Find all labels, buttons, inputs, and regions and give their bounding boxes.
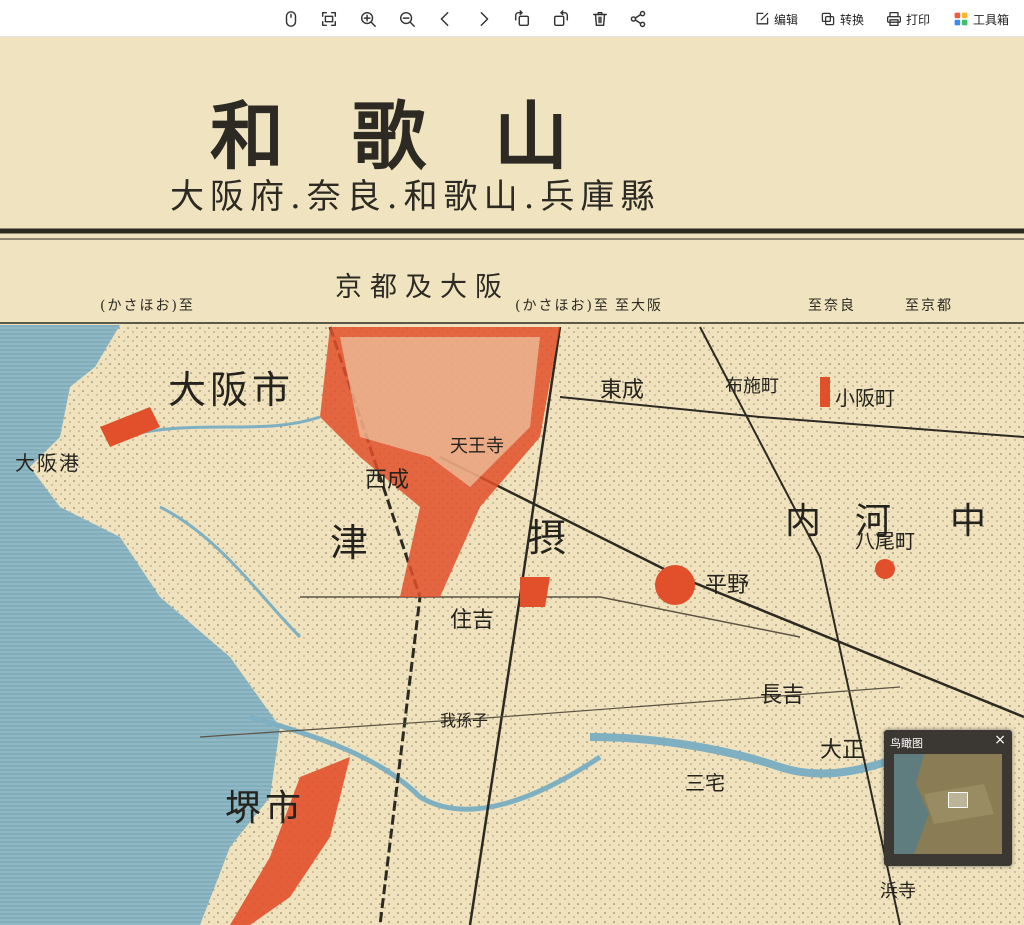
- place-taisho: 大正: [820, 738, 865, 763]
- place-sakai-city: 堺市: [225, 788, 306, 829]
- place-nishinari: 西成: [365, 468, 410, 493]
- place-osaka-port: 大阪港: [15, 451, 81, 475]
- place-sumiyoshi: 住吉: [450, 608, 495, 633]
- margin-label-nara: 至奈良: [808, 298, 856, 314]
- map-title-main: 和歌山: [210, 94, 636, 180]
- delete-icon[interactable]: [589, 8, 611, 30]
- share-icon[interactable]: [627, 8, 649, 30]
- place-tsu: 津: [330, 521, 369, 565]
- zoom-out-icon[interactable]: [396, 8, 418, 30]
- margin-label-kana-1: (かさほお)至: [515, 298, 610, 314]
- margin-label-kana-2: (かさほお)至: [100, 298, 195, 314]
- edit-icon: [756, 12, 769, 25]
- convert-label: 转换: [840, 12, 865, 27]
- place-uchi: 内: [785, 501, 822, 542]
- place-nagayoshi: 長吉: [760, 683, 805, 708]
- print-label: 打印: [906, 12, 931, 27]
- zoom-in-icon[interactable]: [357, 8, 379, 30]
- top-toolbar: 编辑 转换 打印 工具箱: [0, 0, 1024, 37]
- toolbox-button[interactable]: 工具箱: [953, 9, 1009, 29]
- place-miyake: 三宅: [685, 771, 725, 795]
- place-abiko: 我孫子: [440, 711, 489, 730]
- place-fuse: 布施町: [725, 376, 779, 397]
- convert-icon: [821, 12, 835, 26]
- bird-view-panel: 鸟瞰图 ×: [884, 730, 1012, 866]
- margin-label-osaka: 至大阪: [615, 298, 663, 314]
- close-icon[interactable]: ×: [994, 732, 1006, 748]
- margin-label-kyoto: 至京都: [905, 298, 953, 314]
- place-hirano: 平野: [705, 573, 750, 598]
- mouse-icon[interactable]: [280, 8, 302, 30]
- edit-label: 编辑: [774, 12, 799, 27]
- edit-button[interactable]: 编辑: [754, 9, 798, 29]
- bird-view-thumbnail[interactable]: [894, 754, 1002, 854]
- place-osaka-city: 大阪市: [168, 368, 295, 412]
- toolbox-label: 工具箱: [973, 12, 1010, 27]
- route-title: 京都及大阪: [335, 272, 510, 303]
- next-icon[interactable]: [473, 8, 495, 30]
- previous-icon[interactable]: [434, 8, 456, 30]
- place-kosaka: 小阪町: [835, 386, 895, 410]
- place-setsu: 摂: [528, 516, 567, 560]
- place-yao: 八尾町: [855, 529, 915, 553]
- fit-screen-icon[interactable]: [318, 8, 340, 30]
- bird-view-viewport[interactable]: [948, 792, 968, 808]
- rotate-left-icon[interactable]: [511, 8, 533, 30]
- rotate-right-icon[interactable]: [550, 8, 572, 30]
- map-title-sub: 大阪府.奈良.和歌山.兵庫縣: [170, 177, 661, 217]
- place-tennoji: 天王寺: [450, 436, 504, 457]
- printer-icon: [886, 11, 902, 27]
- place-naka: 中: [950, 501, 987, 542]
- print-button[interactable]: 打印: [886, 9, 930, 29]
- place-hamadera: 浜寺: [880, 881, 916, 902]
- toolbox-icon: [954, 12, 968, 26]
- bird-view-title: 鸟瞰图: [890, 737, 923, 750]
- map-viewer[interactable]: 和歌山 大阪府.奈良.和歌山.兵庫縣 京都及大阪 至京都 至奈良 至大阪 (かさ…: [0, 37, 1024, 925]
- convert-button[interactable]: 转换: [820, 9, 864, 29]
- place-higashinari: 東成: [600, 378, 645, 403]
